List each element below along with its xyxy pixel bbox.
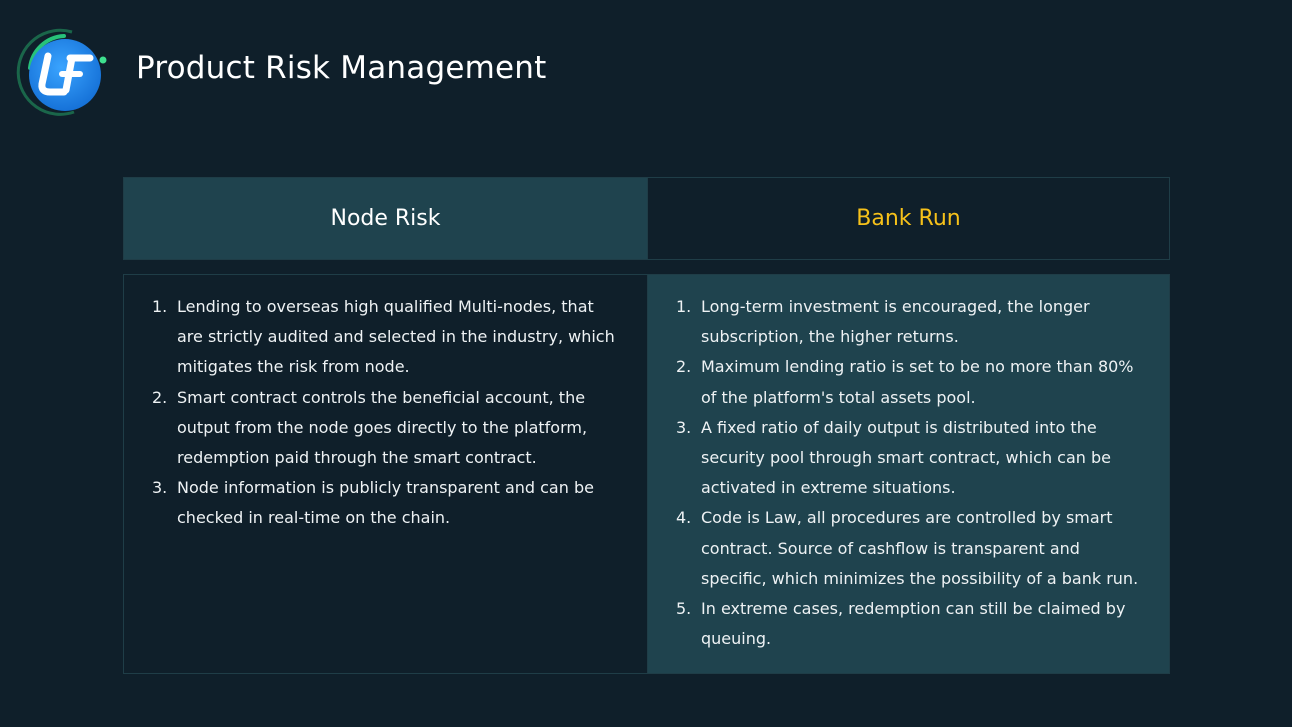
- list-item-text: Smart contract controls the beneficial a…: [177, 387, 588, 468]
- brand-logo: [14, 28, 110, 118]
- list-item-number: 3.: [676, 417, 692, 437]
- list-item-text: A fixed ratio of daily output is distrib…: [701, 417, 1111, 498]
- list-item: 3. Node information is publicly transpar…: [152, 473, 623, 533]
- tab-node-risk-label: Node Risk: [330, 206, 441, 231]
- list-item-text: In extreme cases, redemption can still b…: [701, 599, 1126, 649]
- list-item: 5. In extreme cases, redemption can stil…: [676, 594, 1145, 654]
- tab-bank-run[interactable]: Bank Run: [647, 177, 1170, 260]
- list-item: 3. A fixed ratio of daily output is dist…: [676, 413, 1145, 504]
- list-item-number: 2.: [676, 357, 692, 377]
- list-item-number: 4.: [676, 508, 692, 528]
- bank-run-list: 1. Long-term investment is encouraged, t…: [648, 275, 1169, 654]
- list-item: 4. Code is Law, all procedures are contr…: [676, 503, 1145, 594]
- list-item-number: 1.: [152, 297, 168, 316]
- list-item-text: Lending to overseas high qualified Multi…: [177, 297, 615, 377]
- list-item: 1. Long-term investment is encouraged, t…: [676, 292, 1145, 352]
- list-item-text: Code is Law, all procedures are controll…: [701, 508, 1139, 588]
- bank-run-panel: 1. Long-term investment is encouraged, t…: [647, 274, 1170, 674]
- list-item-text: Maximum lending ratio is set to be no mo…: [701, 357, 1134, 407]
- page-title: Product Risk Management: [136, 50, 547, 86]
- tab-bank-run-label: Bank Run: [856, 206, 961, 231]
- list-item: 2. Maximum lending ratio is set to be no…: [676, 352, 1145, 412]
- list-item-number: 3.: [152, 478, 168, 498]
- node-risk-list: 1. Lending to overseas high qualified Mu…: [124, 275, 647, 534]
- list-item-number: 5.: [676, 599, 692, 619]
- node-risk-panel: 1. Lending to overseas high qualified Mu…: [123, 274, 648, 674]
- tab-node-risk[interactable]: Node Risk: [123, 177, 648, 260]
- list-item-number: 2.: [152, 387, 168, 407]
- logo-mark-icon: [16, 28, 107, 116]
- list-item: 1. Lending to overseas high qualified Mu…: [152, 292, 623, 383]
- list-item-text: Long-term investment is encouraged, the …: [701, 297, 1090, 347]
- list-item-text: Node information is publicly transparent…: [177, 478, 594, 528]
- list-item: 2. Smart contract controls the beneficia…: [152, 383, 623, 474]
- list-item-number: 1.: [676, 297, 692, 316]
